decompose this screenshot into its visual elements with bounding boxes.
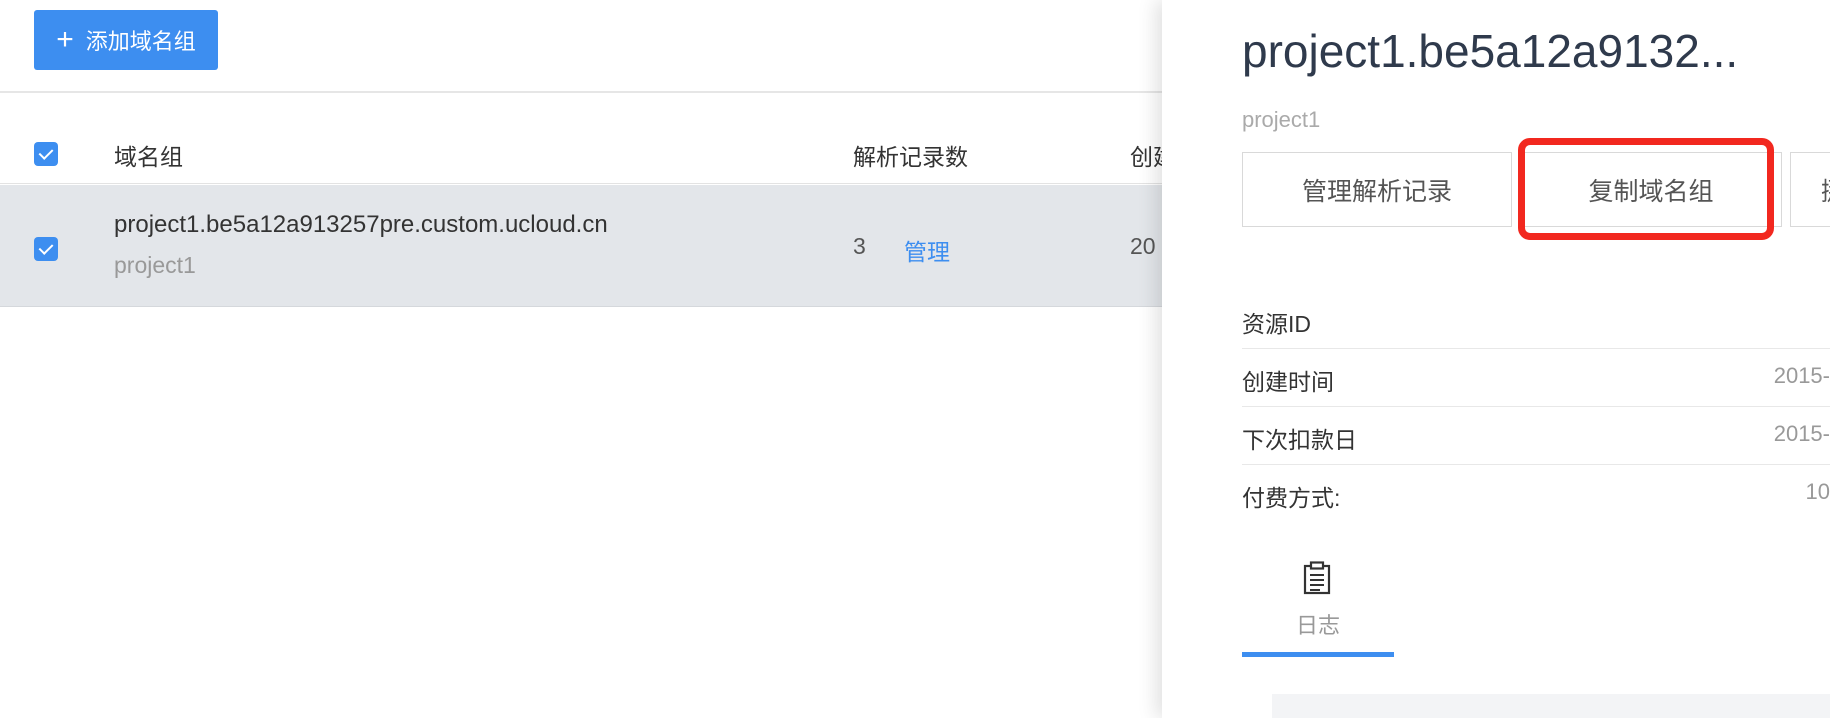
add-domain-group-label: 添加域名组 — [85, 29, 196, 54]
tab-log-label: 日志 — [1295, 613, 1340, 638]
tab-active-indicator — [1242, 652, 1394, 657]
row-checkbox[interactable] — [34, 237, 58, 261]
info-value: 2015- — [1773, 363, 1830, 388]
info-row-next-billing: 下次扣款日 2015- — [1242, 407, 1830, 465]
info-row-created-time: 创建时间 2015- — [1242, 349, 1830, 407]
toolbar: + 添加域名组 — [0, 0, 1162, 93]
panel-subtitle: project1 — [1242, 107, 1321, 132]
column-header-record-count: 解析记录数 — [853, 144, 968, 170]
info-value: 10 — [1805, 479, 1830, 504]
table-header: 域名组 解析记录数 创建 — [0, 120, 1176, 184]
row-domain: project1.be5a12a913257pre.custom.ucloud.… — [114, 211, 608, 238]
plus-icon: + — [56, 23, 74, 56]
info-label: 资源ID — [1242, 311, 1311, 337]
info-row-payment-method: 付费方式: 10 — [1242, 465, 1830, 523]
clipboard-icon — [1303, 561, 1331, 595]
row-record-count: 3 — [853, 233, 866, 259]
copy-domain-group-button[interactable]: 复制域名组 — [1520, 152, 1782, 227]
check-icon — [38, 239, 54, 255]
info-label: 创建时间 — [1242, 369, 1334, 395]
row-created: 20 — [1130, 233, 1156, 259]
check-icon — [38, 144, 54, 160]
detail-panel: project1.be5a12a9132... project1 管理解析记录 … — [1162, 0, 1830, 718]
panel-title: project1.be5a12a9132... — [1242, 25, 1739, 77]
log-content-area — [1272, 694, 1830, 718]
column-header-domain-group: 域名组 — [114, 144, 183, 170]
tab-log[interactable]: 日志 — [1242, 555, 1394, 657]
manage-link[interactable]: 管理 — [904, 233, 950, 267]
info-row-resource-id: 资源ID — [1242, 291, 1830, 349]
info-label: 付费方式: — [1242, 485, 1341, 511]
manage-records-button[interactable]: 管理解析记录 — [1242, 152, 1512, 227]
select-all-checkbox[interactable] — [34, 142, 58, 166]
table-row[interactable]: project1.be5a12a913257pre.custom.ucloud.… — [0, 185, 1162, 307]
add-domain-group-button[interactable]: + 添加域名组 — [34, 10, 218, 70]
info-value: 2015- — [1773, 421, 1830, 446]
info-label: 下次扣款日 — [1242, 427, 1357, 453]
move-button[interactable]: 挪 — [1790, 152, 1830, 227]
row-project: project1 — [114, 252, 196, 278]
